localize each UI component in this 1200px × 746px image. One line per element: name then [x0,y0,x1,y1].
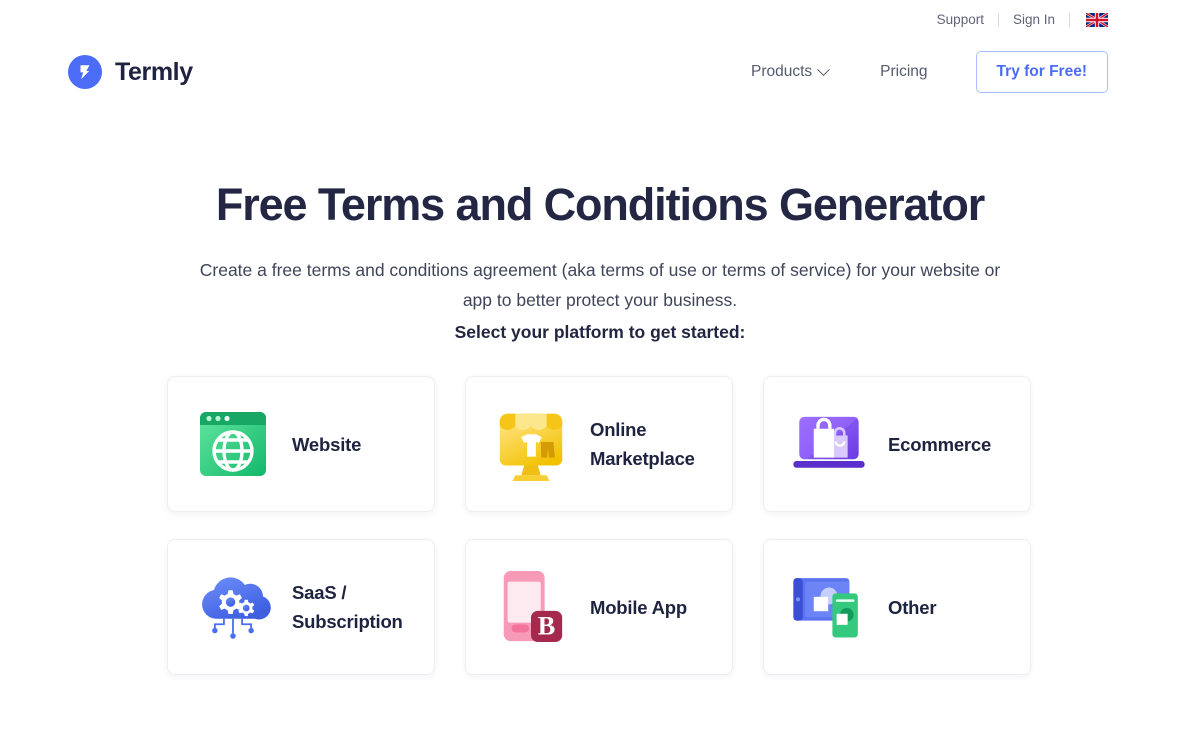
platform-card-mobile-app[interactable]: B Mobile App [465,539,733,676]
brand-logo-link[interactable]: Termly [68,55,193,89]
termly-logo-icon [68,55,102,89]
platform-card-website[interactable]: Website [167,376,435,513]
mobile-app-phone-icon: B [492,566,570,648]
utility-divider [1069,13,1070,27]
nav-item-label: Products [750,63,813,80]
nav-item-label: Pricing [880,63,928,80]
platform-card-other[interactable]: Other [763,539,1031,676]
page-title: Free Terms and Conditions Generator [215,179,985,230]
website-browser-globe-icon [194,403,272,485]
platform-card-saas-subscription[interactable]: SaaS / Subscription [167,539,435,676]
chevron-down-icon [817,62,831,76]
online-marketplace-storefront-icon [492,403,570,485]
platform-card-label: Other [888,596,937,618]
ecommerce-laptop-shopping-bag-icon [790,403,868,485]
uk-flag-icon[interactable] [1085,11,1109,29]
platform-card-label: Online Marketplace [590,418,695,470]
sign-in-link[interactable]: Sign In [999,13,1069,27]
nav-item-products[interactable]: Products [725,62,854,81]
platform-card-label: SaaS / Subscription [292,581,403,633]
svg-text:B: B [538,612,556,641]
hero-section: Free Terms and Conditions Generator Crea… [0,104,1200,343]
main-nav: Products Pricing Try for Free! [725,51,1108,93]
try-for-free-button[interactable]: Try for Free! [975,51,1108,93]
platform-card-label: Mobile App [590,596,687,618]
platform-card-label: Ecommerce [888,433,992,455]
hero-prompt: Select your platform to get started: [454,322,746,343]
hero-subtitle: Create a free terms and conditions agree… [199,259,1001,310]
platform-card-online-marketplace[interactable]: Online Marketplace [465,376,733,513]
other-devices-icon [790,566,868,648]
nav-item-pricing[interactable]: Pricing [854,63,953,81]
platform-card-label: Website [292,433,362,455]
platform-card-grid: Website Online Marketplace Ecommerce Saa… [167,376,1033,676]
saas-cloud-gears-icon [194,566,272,648]
site-header: Termly Products Pricing Try for Free! [0,40,1200,104]
platform-card-ecommerce[interactable]: Ecommerce [763,376,1031,513]
utility-bar: Support Sign In [0,0,1200,40]
main-content: Free Terms and Conditions Generator Crea… [0,104,1200,676]
support-link[interactable]: Support [923,13,998,27]
brand-name: Termly [115,57,193,86]
